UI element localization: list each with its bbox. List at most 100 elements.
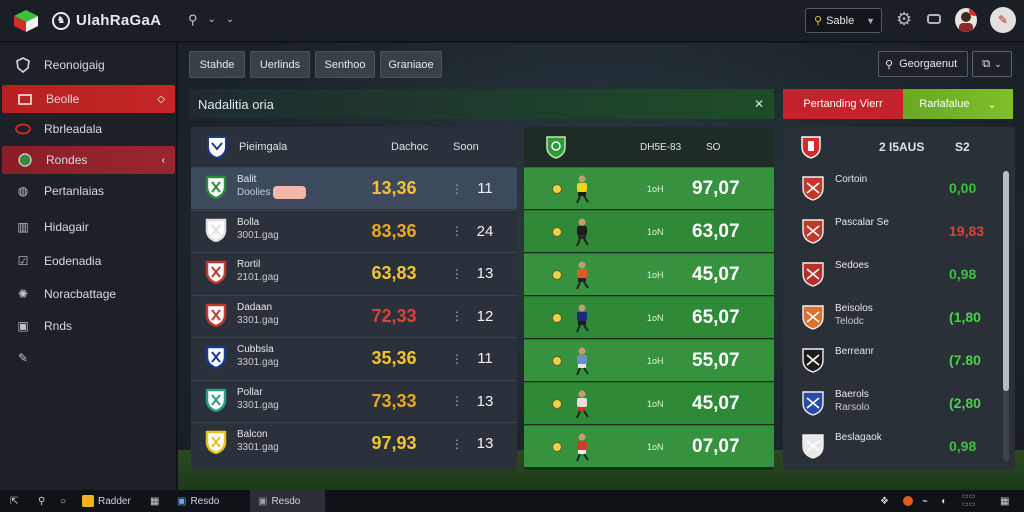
sidebar-item-1[interactable]: Beolle ◇: [2, 85, 175, 113]
team-title: Baerols: [835, 389, 869, 400]
odds-value[interactable]: 83,36: [367, 221, 421, 242]
sidebar-item-5[interactable]: ▥ Hidagair: [0, 213, 177, 241]
odds-value[interactable]: 63,83: [367, 263, 421, 284]
team-name: Bolla 3001.gag: [237, 216, 279, 242]
sidebar-item-2[interactable]: Rbrleadala: [0, 115, 177, 143]
player-row[interactable]: 1oH 45,07: [524, 253, 774, 295]
odds-value[interactable]: 13,36: [367, 178, 421, 199]
table-row[interactable]: Rortil 2101.gag 63,83 ⋮ 13: [191, 252, 517, 294]
chevron-down-icon: ⌄: [987, 98, 997, 111]
team-title: Balit: [237, 174, 257, 185]
player-value[interactable]: 63,07: [692, 221, 740, 243]
team-crest-icon: [801, 433, 825, 462]
tab-1[interactable]: Uerlinds: [250, 51, 310, 78]
table-row[interactable]: Balcon 3301.gag 97,93 ⋮ 13: [191, 422, 517, 464]
odds-value[interactable]: 72,33: [367, 306, 421, 327]
scrollbar-thumb[interactable]: [1003, 171, 1009, 391]
tab-3[interactable]: Graniaoe: [380, 51, 442, 78]
gear-icon[interactable]: ⚙: [896, 9, 912, 30]
player-icon: [570, 303, 594, 333]
standing-row[interactable]: Berreanr (7.80: [783, 339, 1015, 381]
table-row[interactable]: Balit Doolies 13,36 ⋮ 11: [191, 167, 517, 209]
volume-icon[interactable]: ◖: [940, 496, 946, 507]
standing-row[interactable]: Beslagaok 0,98: [783, 425, 1015, 467]
odds-value[interactable]: 73,33: [367, 391, 421, 412]
user-profile-icon[interactable]: ✎: [990, 7, 1016, 33]
player-row[interactable]: 1oN 65,07: [524, 296, 774, 338]
more-icon[interactable]: ⋮: [451, 267, 463, 281]
expand-button[interactable]: ⧉ ⌄: [972, 51, 1012, 77]
club-crest-icon: [799, 134, 823, 160]
clock-icon: ▭▭ ▭▭: [962, 493, 976, 508]
player-value[interactable]: 45,07: [692, 393, 740, 415]
player-row[interactable]: 1oH 55,07: [524, 339, 774, 381]
player-row[interactable]: 1oN 07,07: [524, 425, 774, 467]
player-row[interactable]: 1oN 45,07: [524, 382, 774, 424]
ring-icon: [14, 120, 32, 138]
message-icon[interactable]: [927, 14, 941, 24]
share-icon[interactable]: ⇱: [10, 496, 18, 507]
table-row[interactable]: Bolla 3001.gag 83,36 ⋮ 24: [191, 209, 517, 252]
sidebar-item-4[interactable]: ◍ Pertanlaias: [0, 177, 177, 205]
player-label: 1oN: [647, 226, 664, 237]
window-icon: ⧉: [982, 57, 991, 70]
segment-red-button[interactable]: Pertanding Vierr: [783, 89, 903, 119]
close-icon[interactable]: ✕: [754, 97, 764, 111]
standing-row[interactable]: Sedoes 0,98: [783, 253, 1015, 295]
grid-icon[interactable]: ▦: [150, 496, 159, 507]
table-row[interactable]: Dadaan 3301.gag 72,33 ⋮ 12: [191, 294, 517, 337]
filter-select[interactable]: ⚲ Sable ▼: [805, 8, 882, 33]
scrollbar[interactable]: [1003, 171, 1009, 461]
search-icon[interactable]: ⚲: [38, 496, 45, 507]
standing-row[interactable]: Cortoin 0,00: [783, 167, 1015, 209]
segment-green-button[interactable]: Rarlafalue ⌄: [903, 89, 1013, 119]
player-value[interactable]: 97,07: [692, 178, 740, 200]
more-icon[interactable]: ⋮: [451, 224, 463, 238]
odds-value[interactable]: 35,36: [367, 348, 421, 369]
team-title: Beisolos: [835, 303, 873, 314]
more-icon[interactable]: ⋮: [451, 309, 463, 323]
avatar[interactable]: [955, 8, 977, 32]
standing-row[interactable]: Pascalar Se 19,83: [783, 210, 1015, 252]
team-crest-icon: [801, 347, 825, 376]
player-value[interactable]: 07,07: [692, 436, 740, 458]
chevron-down-icon[interactable]: ⌄: [226, 14, 234, 28]
tab-0[interactable]: Stahde: [189, 51, 245, 78]
player-value[interactable]: 45,07: [692, 264, 740, 286]
table-row[interactable]: Cubbsla 3301.gag 35,36 ⋮ 11: [191, 337, 517, 379]
standing-row[interactable]: Beisolos Telodc (1,80: [783, 296, 1015, 338]
dropbox-icon[interactable]: ❖: [880, 496, 889, 507]
taskbar-app-label: Resdo: [190, 495, 220, 507]
grid-icon[interactable]: ▦: [1000, 496, 1009, 507]
taskbar-app-1[interactable]: Radder: [82, 495, 131, 507]
more-icon[interactable]: ⋮: [451, 437, 463, 451]
chevron-down-icon[interactable]: ⌄: [208, 14, 216, 28]
search-button[interactable]: ⚲ Georgaenut: [878, 51, 968, 77]
taskbar-app-2[interactable]: ▣ Resdo: [177, 496, 219, 507]
player-label: 1oN: [647, 312, 664, 323]
sidebar-item-7[interactable]: ✺ Noracbattage: [0, 280, 177, 308]
sidebar-item-9[interactable]: ✎: [0, 344, 177, 372]
search-icon[interactable]: ⚲: [188, 12, 198, 28]
chat-icon[interactable]: ○: [60, 496, 66, 507]
player-row[interactable]: 1oN 63,07: [524, 210, 774, 252]
tab-2[interactable]: Senthoo: [315, 51, 375, 78]
taskbar-app-3[interactable]: ▣ Resdo: [258, 496, 300, 507]
more-icon[interactable]: ⋮: [451, 352, 463, 366]
sidebar-item-3[interactable]: Rondes ‹: [2, 146, 175, 174]
record-icon[interactable]: [903, 496, 913, 506]
more-icon[interactable]: ⋮: [451, 182, 463, 196]
sidebar-item-0[interactable]: Reonoigaig: [0, 51, 177, 79]
table-row[interactable]: Pollar 3301.gag 73,33 ⋮ 13: [191, 379, 517, 422]
sidebar-item-8[interactable]: ▣ Rnds: [0, 312, 177, 340]
player-label: 1oH: [647, 355, 664, 366]
odds-value[interactable]: 97,93: [367, 433, 421, 454]
more-icon[interactable]: ⋮: [451, 394, 463, 408]
standing-row[interactable]: Baerols Rarsolo (2,80: [783, 382, 1015, 424]
ball-icon: [552, 312, 562, 323]
sidebar-item-6[interactable]: ☑ Eodenadia: [0, 247, 177, 275]
player-row[interactable]: 1oH 97,07: [524, 167, 774, 209]
player-value[interactable]: 55,07: [692, 350, 740, 372]
player-value[interactable]: 65,07: [692, 307, 740, 329]
network-icon[interactable]: ⌁: [922, 496, 928, 507]
